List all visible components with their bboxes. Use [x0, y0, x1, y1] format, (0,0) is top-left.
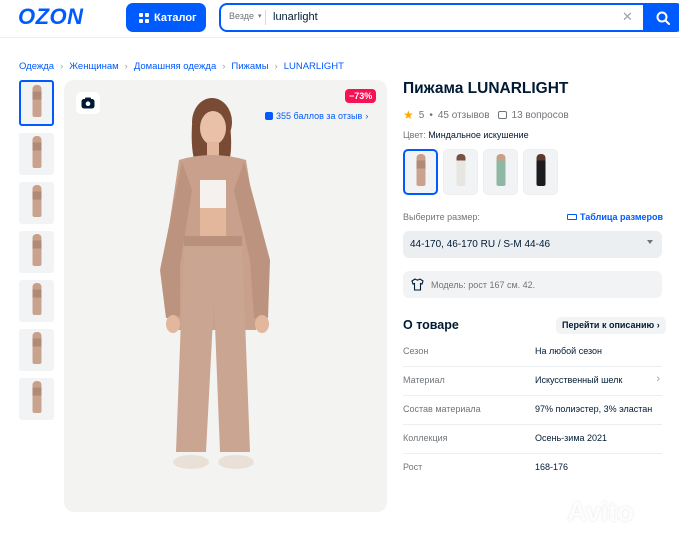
chevron-right-icon: ›: [60, 61, 64, 72]
avito-watermark: Avito: [567, 496, 634, 527]
spec-key: Коллекция: [403, 433, 448, 443]
spec-key: Материал: [403, 375, 445, 385]
model-figure: [32, 332, 41, 365]
specs-list: Сезон На любой сезон Материал Искусствен…: [403, 338, 662, 483]
size-table-label: Таблица размеров: [580, 212, 664, 222]
search-scope-label: Везде: [229, 11, 254, 21]
spec-row: Состав материала 97% полиэстер, 3% эласт…: [403, 396, 662, 425]
questions-link[interactable]: 13 вопросов: [512, 110, 569, 121]
thumbnail[interactable]: [19, 182, 54, 224]
chevron-right-icon[interactable]: ›: [656, 373, 660, 385]
clear-icon[interactable]: ✕: [622, 9, 633, 25]
model-figure: [32, 185, 41, 218]
thumbnail-list: [19, 80, 55, 427]
model-figure: [416, 154, 425, 187]
model-figure: [32, 234, 41, 267]
breadcrumb-item[interactable]: LUNARLIGHT: [284, 61, 344, 72]
color-swatch[interactable]: [483, 149, 518, 195]
chevron-right-icon: ›: [124, 61, 128, 72]
color-label-key: Цвет:: [403, 130, 426, 140]
product-title: Пижама LUNARLIGHT: [403, 80, 569, 97]
thumbnail[interactable]: [19, 280, 54, 322]
spec-row: Коллекция Осень-зима 2021: [403, 425, 662, 454]
spec-key: Рост: [403, 462, 423, 472]
breadcrumb-item[interactable]: Пижамы: [231, 61, 268, 72]
spec-value: 168-176: [535, 462, 569, 472]
go-to-description-label: Перейти к описанию: [562, 320, 655, 330]
search-button[interactable]: [643, 3, 679, 32]
size-select[interactable]: 44-170, 46-170 RU / S-M 44-46: [403, 231, 662, 258]
thumbnail[interactable]: [19, 80, 54, 126]
color-swatch[interactable]: [523, 149, 558, 195]
breadcrumb-item[interactable]: Домашняя одежда: [134, 61, 216, 72]
model-info-text: Модель: рост 167 см. 42.: [431, 279, 536, 290]
header: OZON Каталог Везде ▾ lunarlight ✕: [0, 0, 679, 38]
spec-key: Состав материала: [403, 404, 481, 414]
dot-separator: •: [429, 109, 433, 121]
spec-value: Осень-зима 2021: [535, 433, 608, 443]
star-icon: ★: [403, 108, 414, 122]
size-label: Выберите размер:: [403, 212, 480, 222]
chevron-down-icon: [647, 240, 653, 244]
spec-row: Сезон На любой сезон: [403, 338, 662, 367]
color-swatch[interactable]: [443, 149, 478, 195]
spec-value: 97% полиэстер, 3% эластан: [535, 404, 653, 414]
model-figure: [32, 136, 41, 169]
chevron-right-icon: ›: [222, 61, 226, 72]
model-figure: [32, 381, 41, 414]
shirt-icon: [411, 278, 424, 291]
grid-icon: [139, 12, 149, 23]
spec-key: Сезон: [403, 346, 429, 356]
size-table-link[interactable]: Таблица размеров: [567, 212, 663, 222]
chevron-right-icon: ›: [274, 61, 278, 72]
ozon-logo[interactable]: OZON: [18, 4, 84, 30]
model-figure: [32, 283, 41, 316]
thumbnail[interactable]: [19, 133, 54, 175]
model-figure: [32, 85, 41, 118]
thumbnail[interactable]: [19, 231, 54, 273]
size-selected-value: 44-170, 46-170 RU / S-M 44-46: [410, 239, 551, 250]
catalog-button[interactable]: Каталог: [126, 3, 206, 32]
rating-row: ★ 5 • 45 отзывов 13 вопросов: [403, 108, 569, 122]
model-photo: [160, 98, 270, 469]
ruler-icon: [567, 214, 577, 220]
search-scope-select[interactable]: Везде ▾: [229, 11, 262, 21]
color-value: Миндальное искушение: [428, 130, 529, 140]
breadcrumb-item[interactable]: Женщинам: [69, 61, 118, 72]
catalog-label: Каталог: [154, 11, 197, 24]
color-swatch[interactable]: [403, 149, 438, 195]
color-label: Цвет: Миндальное искушение: [403, 130, 529, 140]
spec-row: Рост 168-176: [403, 454, 662, 483]
main-product-image[interactable]: −73% 355 баллов за отзыв ›: [64, 80, 387, 512]
chevron-down-icon: ▾: [258, 13, 262, 20]
rating-value: 5: [418, 109, 425, 121]
search-bar: Везде ▾ lunarlight ✕: [219, 3, 679, 32]
chevron-right-icon: ›: [656, 320, 660, 330]
go-to-description-button[interactable]: Перейти к описанию ›: [556, 317, 666, 334]
model-figure: [536, 153, 545, 186]
search-icon: [656, 11, 670, 25]
comment-icon: [497, 111, 507, 119]
spec-value: На любой сезон: [535, 346, 603, 356]
color-swatches: [403, 149, 558, 195]
breadcrumb: Одежда › Женщинам › Домашняя одежда › Пижам…: [19, 61, 344, 72]
model-figure: [456, 153, 465, 186]
divider: [265, 10, 266, 25]
model-figure: [496, 153, 505, 186]
spec-row: Материал Искусственный шелк ›: [403, 367, 662, 396]
thumbnail[interactable]: [19, 329, 54, 371]
model-info-box: Модель: рост 167 см. 42.: [403, 271, 662, 298]
reviews-link[interactable]: 45 отзывов: [438, 110, 490, 121]
about-title: О товаре: [403, 318, 459, 332]
search-input[interactable]: lunarlight: [273, 11, 318, 23]
breadcrumb-item[interactable]: Одежда: [19, 61, 54, 72]
thumbnail[interactable]: [19, 378, 54, 420]
spec-value: Искусственный шелк: [535, 375, 623, 385]
